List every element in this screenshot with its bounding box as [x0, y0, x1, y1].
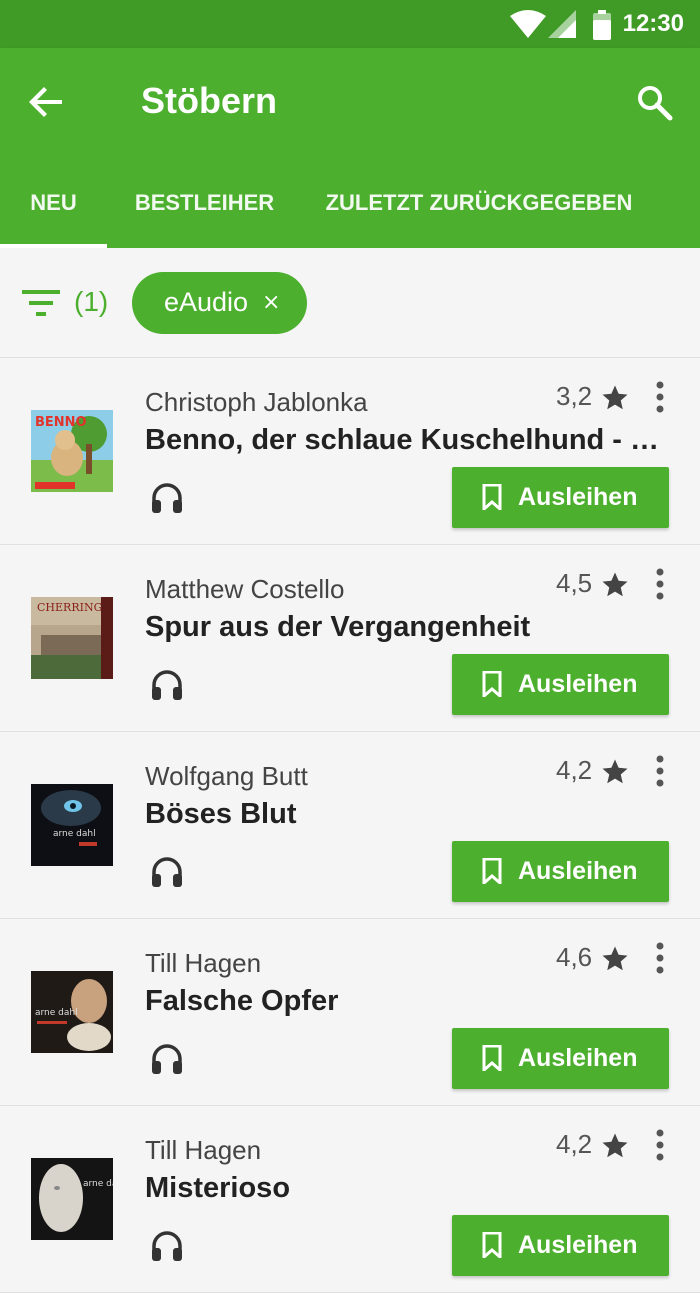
book-rating: 4,5 [556, 568, 593, 598]
headphones-icon [152, 670, 182, 700]
book-cover: BENNO [31, 410, 113, 492]
headphones-icon [152, 483, 182, 513]
more-options-icon[interactable] [652, 380, 668, 414]
book-rating: 3,2 [556, 381, 593, 411]
borrow-button[interactable]: Ausleihen [452, 1215, 669, 1276]
book-rating: 4,6 [556, 942, 593, 972]
more-options-icon[interactable] [652, 754, 668, 788]
book-rating: 4,2 [556, 1129, 593, 1159]
battery-icon [593, 10, 611, 40]
bookmark-icon [482, 671, 502, 697]
borrow-label: Ausleihen [518, 483, 638, 511]
book-cover: arne dahl [31, 784, 113, 866]
svg-text:arne dahl: arne dahl [83, 1179, 113, 1189]
bookmark-icon [482, 1045, 502, 1071]
page-title: Stöbern [141, 80, 278, 121]
book-author: Christoph Jablonka [145, 387, 368, 417]
filter-icon[interactable] [22, 288, 60, 318]
headphones-icon [152, 857, 182, 887]
tab-label: NEU [30, 190, 77, 215]
borrow-label: Ausleihen [518, 1044, 638, 1072]
cell-signal-icon [548, 10, 576, 38]
borrow-button[interactable]: Ausleihen [452, 1028, 669, 1089]
book-cover: arne dahl [31, 1158, 113, 1240]
tab-bar: NEU BESTLEIHER ZULETZT ZURÜCKGEGEBEN [0, 184, 700, 248]
tab-neu[interactable]: NEU [0, 184, 107, 248]
star-icon [602, 1133, 628, 1158]
borrow-label: Ausleihen [518, 1231, 638, 1259]
book-author: Till Hagen [145, 948, 262, 978]
tab-label: BESTLEIHER [134, 190, 275, 215]
filter-chip-eaudio[interactable]: eAudio × [132, 272, 307, 334]
star-icon [602, 946, 628, 971]
more-options-icon[interactable] [652, 1128, 668, 1162]
borrow-label: Ausleihen [518, 857, 638, 885]
tab-bestleiher[interactable]: BESTLEIHER [118, 184, 291, 248]
book-rating: 4,2 [556, 755, 593, 785]
star-icon [602, 759, 628, 784]
borrow-button[interactable]: Ausleihen [452, 654, 669, 715]
book-author: Wolfgang Butt [145, 761, 308, 791]
book-cover: CHERRINGHAM [31, 597, 113, 679]
list-item[interactable]: CHERRINGHAM Matthew Costello Spur aus de… [0, 545, 700, 732]
book-author: Matthew Costello [145, 574, 345, 604]
book-title: Böses Blut [145, 798, 297, 830]
list-item[interactable]: arne dahl Wolfgang Butt Böses Blut 4,2 A… [0, 732, 700, 919]
book-title: Benno, der schlaue Kuschelhund - Jahresz… [145, 424, 675, 456]
book-cover: arne dahl [31, 971, 113, 1053]
svg-text:arne dahl: arne dahl [53, 829, 96, 839]
bookmark-icon [482, 858, 502, 884]
borrow-button[interactable]: Ausleihen [452, 467, 669, 528]
list-item[interactable]: arne dahl Till Hagen Falsche Opfer 4,6 A… [0, 919, 700, 1106]
app-bar: Stöbern NEU BESTLEIHER ZULETZT ZURÜCKGEG… [0, 48, 700, 248]
search-icon[interactable] [634, 82, 674, 122]
list-item[interactable]: BENNO Christoph Jablonka Benno, der schl… [0, 358, 700, 545]
chip-label: eAudio [164, 287, 249, 317]
bookmark-icon [482, 1232, 502, 1258]
svg-text:arne dahl: arne dahl [35, 1008, 78, 1018]
borrow-button[interactable]: Ausleihen [452, 841, 669, 902]
status-time: 12:30 [622, 10, 684, 37]
bookmark-icon [482, 484, 502, 510]
more-options-icon[interactable] [652, 941, 668, 975]
svg-text:BENNO: BENNO [35, 415, 87, 430]
book-title: Misterioso [145, 1172, 291, 1204]
star-icon [602, 385, 628, 410]
star-icon [602, 572, 628, 597]
tab-label: ZULETZT ZURÜCKGEGEBEN [325, 190, 633, 215]
book-author: Till Hagen [145, 1135, 262, 1165]
headphones-icon [152, 1044, 182, 1074]
close-icon[interactable]: × [262, 290, 280, 315]
book-title: Spur aus der Vergangenheit [145, 611, 531, 643]
filter-count: (1) [74, 286, 109, 317]
back-arrow-icon[interactable] [26, 82, 66, 122]
filter-bar: (1) eAudio × [0, 248, 700, 358]
status-bar: 12:30 [0, 0, 700, 48]
headphones-icon [152, 1231, 182, 1261]
book-title: Falsche Opfer [145, 985, 339, 1017]
list-item[interactable]: arne dahl Till Hagen Misterioso 4,2 Ausl… [0, 1106, 700, 1293]
book-list: BENNO Christoph Jablonka Benno, der schl… [0, 358, 700, 1293]
more-options-icon[interactable] [652, 567, 668, 601]
tab-zuletzt-zurueckgegeben[interactable]: ZULETZT ZURÜCKGEGEBEN [318, 184, 640, 248]
borrow-label: Ausleihen [518, 670, 638, 698]
wifi-icon [510, 10, 546, 38]
